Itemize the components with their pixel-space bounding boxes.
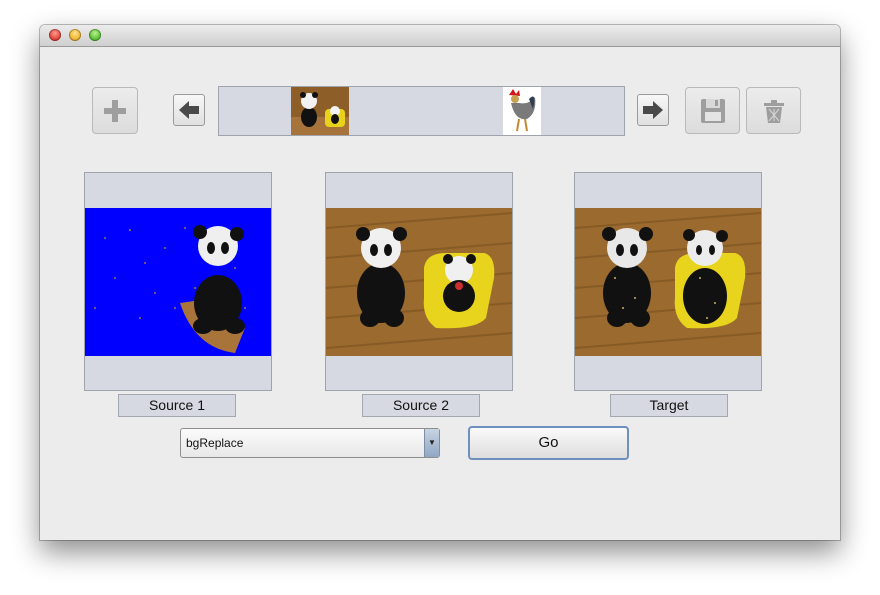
chevron-down-icon[interactable]: ▼ [424,429,439,457]
target-label: Target [610,394,728,417]
target-panel[interactable] [574,172,762,391]
thumbnail-pandas[interactable] [291,87,349,135]
source1-image [85,208,271,356]
trash-icon [763,99,784,123]
source2-label: Source 2 [362,394,480,417]
next-button[interactable] [637,94,669,126]
zoom-window-button[interactable] [89,29,101,41]
minimize-window-button[interactable] [69,29,81,41]
thumbnail-strip[interactable] [218,86,625,136]
previous-button[interactable] [173,94,205,126]
operation-dropdown[interactable]: bgReplace ▼ [180,428,440,458]
delete-button[interactable] [746,87,801,134]
source2-panel[interactable] [325,172,513,391]
thumbnail-rooster[interactable] [503,87,541,135]
source1-label: Source 1 [118,394,236,417]
target-image [575,208,761,356]
plus-icon [104,99,126,122]
go-button[interactable]: Go [468,426,629,460]
title-bar [40,25,840,47]
operation-selected-value: bgReplace [186,436,244,450]
source1-panel[interactable] [84,172,272,391]
save-button[interactable] [685,87,740,134]
source2-image [326,208,512,356]
app-window: Source 1 Source 2 Target bgReplace ▼ Go [40,25,840,540]
arrow-right-icon [643,101,663,119]
floppy-disk-icon [700,98,725,123]
close-window-button[interactable] [49,29,61,41]
add-image-button[interactable] [92,87,138,134]
arrow-left-icon [179,101,199,119]
